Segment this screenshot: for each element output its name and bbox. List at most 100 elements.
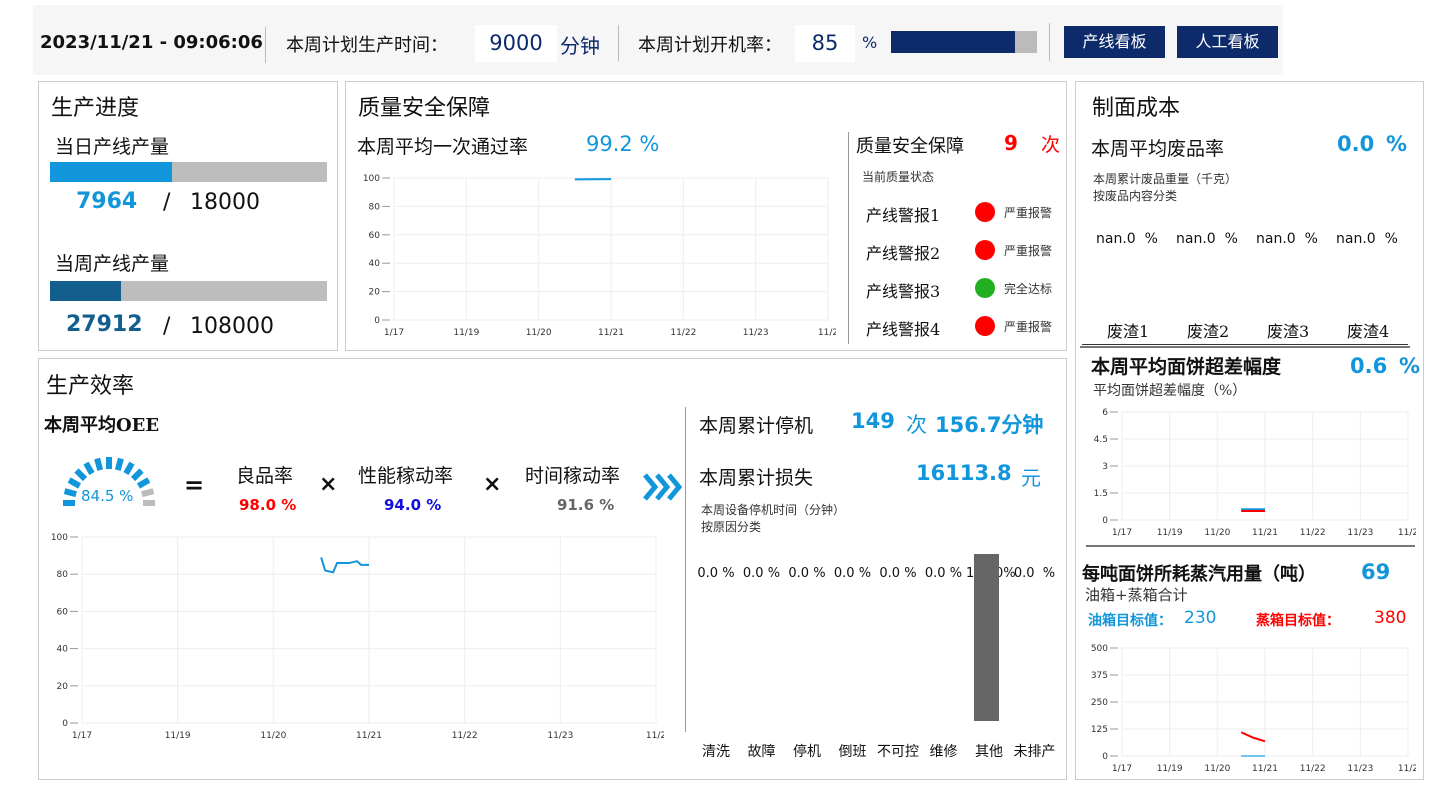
alarm-name: 产线警报4 — [866, 320, 941, 339]
loss-label: 本周累计损失 — [699, 467, 814, 489]
y-tick-label: 100 — [51, 533, 68, 543]
stop-category: 清洗 — [702, 744, 730, 760]
x-tick-label: 11/19 — [453, 328, 479, 338]
x-tick-label: 11/22 — [670, 328, 696, 338]
oil-target-value: 230 — [1184, 608, 1217, 628]
efficiency-panel: 生产效率 本周平均OEE 84.5 % = 良品率 98.0 % × 性能稼动率… — [38, 358, 1067, 780]
stop-chart-subtitle: 按原因分类 — [701, 520, 762, 534]
cost-panel: 制面成本 本周平均废品率 0.0 % 本周累计废品重量（千克） 按废品内容分类 … — [1075, 81, 1424, 780]
gauge-segment — [94, 457, 104, 471]
x-tick-label: 11/23 — [1347, 764, 1373, 774]
alarm-status: 严重报警 — [1004, 206, 1053, 220]
y-tick-label: 0 — [1102, 752, 1108, 762]
plan-rate-unit: % — [862, 33, 878, 52]
gauge-segment — [141, 488, 155, 498]
x-tick-label: 11/21 — [356, 731, 382, 741]
oee-value: 84.5 % — [81, 487, 134, 505]
status-dot-icon — [975, 278, 995, 298]
quality-side-title: 质量安全保障 — [856, 136, 964, 157]
alarm-status: 完全达标 — [1004, 282, 1053, 296]
panel-title: 制面成本 — [1092, 96, 1181, 121]
stop-bar-label: 0.0 % — [924, 566, 963, 581]
alarm-status: 严重报警 — [1004, 320, 1053, 334]
stop-bar-label: 0.0 % — [742, 566, 781, 581]
stop-bar-label: 0.0 % — [697, 566, 735, 581]
waste-percent: nan.0 % — [1336, 231, 1398, 247]
gauge-segment — [114, 457, 124, 471]
y-tick-label: 250 — [1091, 698, 1108, 708]
status-dot-icon — [975, 316, 995, 336]
y-tick-label: 375 — [1091, 671, 1108, 681]
x-tick-label: 11/22 — [452, 731, 478, 741]
gauge-segment — [83, 461, 95, 476]
overrun-unit: % — [1399, 354, 1421, 378]
panel-title: 生产进度 — [51, 96, 140, 121]
y-tick-label: 100 — [363, 174, 380, 184]
x-tick-label: 11/22 — [1300, 528, 1326, 538]
y-tick-label: 6 — [1102, 408, 1108, 418]
weekly-target: 108000 — [190, 314, 274, 339]
x-tick-label: 11/2 — [1398, 528, 1416, 538]
plan-time-unit: 分钟 — [560, 34, 600, 58]
manual-board-button[interactable]: 人工看板 — [1177, 26, 1278, 58]
oil-target-label: 油箱目标值： — [1088, 613, 1172, 629]
weekly-value: 27912 — [66, 312, 143, 337]
waste-category: 废渣2 — [1187, 322, 1230, 341]
weekly-label: 当周产线产量 — [55, 253, 170, 275]
stop-bar-label: 0.0 % — [1013, 566, 1056, 581]
x-tick-label: 11/21 — [598, 328, 624, 338]
y-tick-label: 1.5 — [1094, 489, 1108, 499]
pass-rate-label: 本周平均一次通过率 — [357, 136, 529, 158]
header-bar: 2023/11/21 - 09:06:06 本周计划生产时间： 9000 分钟 … — [33, 5, 1283, 75]
x-tick-label: 11/20 — [1204, 764, 1230, 774]
steam-chart: 0 125 250 375 500 1/17 11/19 11/20 11/21 11/2… — [1091, 644, 1416, 774]
daily-target: 18000 — [190, 190, 260, 215]
steam-value: 69 — [1361, 560, 1391, 584]
oee-chart: 0 20 40 60 80 100 1/17 11/19 11/20 11/21 11/2… — [51, 533, 664, 741]
status-label: 当前质量状态 — [862, 170, 935, 184]
stop-category: 未排产 — [1013, 744, 1056, 760]
stop-count: 149 — [851, 409, 895, 433]
panel-title: 生产效率 — [46, 374, 135, 399]
plan-rate-label: 本周计划开机率： — [638, 35, 782, 56]
daily-progress-bar — [50, 162, 327, 182]
waste-rate-unit: % — [1386, 132, 1408, 156]
stop-category: 停机 — [793, 744, 821, 760]
overrun-subtitle: 平均面饼超差幅度（%） — [1093, 383, 1247, 399]
gauge-segment — [74, 468, 88, 482]
x-tick-label: 11/20 — [260, 731, 286, 741]
x-tick-label: 11/22 — [1300, 764, 1326, 774]
line-board-button[interactable]: 产线看板 — [1064, 26, 1165, 58]
time-rate-label: 时间稼动率 — [525, 465, 621, 487]
stop-bar-label: 0.0 % — [788, 566, 826, 581]
stop-bar-label: 0.0 % — [879, 566, 917, 581]
steam-label: 每吨面饼所耗蒸汽用量（吨） — [1082, 564, 1316, 585]
stop-category: 倒班 — [838, 744, 867, 760]
x-tick-label: 11/2 — [646, 731, 664, 741]
alarm-name: 产线警报3 — [866, 282, 941, 301]
alarm-status: 严重报警 — [1004, 244, 1053, 258]
waste-percent: nan.0 % — [1176, 231, 1238, 247]
waste-rate-value: 0.0 — [1337, 132, 1375, 156]
datetime: 2023/11/21 - 09:06:06 — [40, 32, 263, 53]
y-tick-label: 60 — [369, 231, 381, 241]
weekly-progress-bar — [50, 281, 327, 301]
x-tick-label: 1/17 — [1112, 528, 1132, 538]
y-tick-label: 500 — [1091, 644, 1108, 654]
waste-rate-label: 本周平均废品率 — [1091, 138, 1225, 160]
slash: / — [163, 190, 171, 215]
quality-count: 9 — [1004, 131, 1018, 155]
stop-category: 维修 — [929, 744, 958, 760]
stop-count-unit: 次 — [906, 413, 927, 437]
y-tick-label: 20 — [57, 682, 69, 692]
perf-rate-label: 性能稼动率 — [358, 465, 454, 487]
perf-rate-value: 94.0 % — [384, 496, 442, 514]
x-tick-label: 11/23 — [743, 328, 769, 338]
plan-rate-value: 85 — [795, 25, 855, 62]
y-tick-label: 0 — [62, 719, 68, 729]
waste-category: 废渣3 — [1267, 322, 1310, 341]
stop-minutes: 156.7分钟 — [935, 413, 1044, 437]
plan-time-value: 9000 — [475, 25, 557, 62]
x-tick-label: 11/2 — [1398, 764, 1416, 774]
waste-category: 废渣1 — [1107, 322, 1150, 341]
